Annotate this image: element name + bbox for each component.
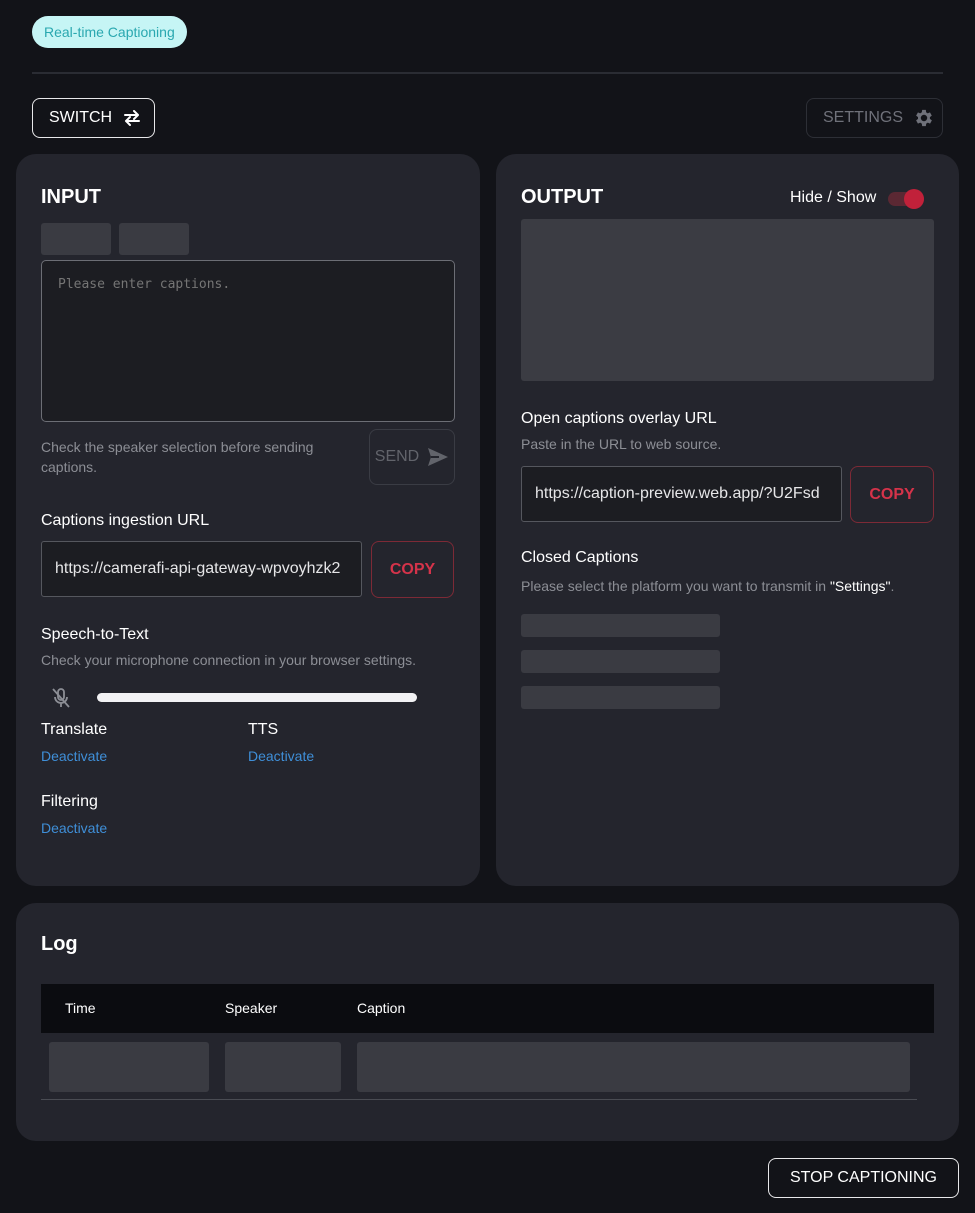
platform-placeholder[interactable] (521, 686, 720, 709)
send-button[interactable]: SEND (369, 429, 455, 485)
column-header-speaker[interactable]: Speaker (225, 1000, 277, 1016)
closed-captions-hint: Please select the platform you want to t… (521, 576, 894, 596)
overlay-url-hint: Paste in the URL to web source. (521, 436, 722, 452)
captioning-page: Real-time Captioning SWITCH SETTINGS INP… (0, 0, 975, 1213)
translate-label: Translate (41, 721, 108, 738)
platform-placeholder[interactable] (521, 614, 720, 637)
gear-icon (916, 109, 932, 127)
log-row-divider (41, 1099, 917, 1100)
switch-button[interactable]: SWITCH (32, 98, 155, 138)
toggle-knob (904, 189, 924, 209)
speaker-tab-placeholder[interactable] (41, 223, 111, 255)
cc-hint-end: . (890, 578, 895, 594)
platform-placeholder[interactable] (521, 650, 720, 673)
send-icon (428, 448, 449, 466)
output-title: OUTPUT (521, 186, 604, 208)
hide-show-label: Hide / Show (790, 189, 877, 206)
tts-label: TTS (248, 721, 279, 738)
copy-overlay-url-button[interactable]: COPY (850, 466, 934, 523)
swap-arrows-icon (124, 110, 141, 126)
log-table-header: Time Speaker Caption (41, 984, 934, 1033)
settings-button[interactable]: SETTINGS (806, 98, 943, 138)
stop-captioning-button[interactable]: STOP CAPTIONING (768, 1158, 959, 1198)
stt-hint: Check your microphone connection in your… (41, 652, 417, 668)
microphone-level-bar (97, 693, 417, 702)
cc-hint-settings: "Settings" (829, 578, 891, 594)
send-hint: Check the speaker selection before sendi… (41, 439, 314, 475)
copy-ingestion-url-button[interactable]: COPY (371, 541, 454, 598)
switch-label: SWITCH (49, 109, 113, 126)
input-panel: INPUT Check the speaker selection before… (16, 154, 480, 886)
speaker-tab-placeholder[interactable] (119, 223, 189, 255)
column-header-time[interactable]: Time (65, 1000, 96, 1016)
stt-title: Speech-to-Text (41, 626, 149, 643)
hide-show-toggle[interactable] (888, 189, 924, 209)
send-label: SEND (374, 448, 420, 465)
overlay-url-field[interactable]: https://caption-preview.web.app/?U2Fsd (521, 466, 842, 522)
log-title: Log (41, 933, 78, 955)
closed-captions-title: Closed Captions (521, 549, 639, 566)
ingestion-url-field[interactable]: https://camerafi-api-gateway-wpvoyhzk2 (41, 541, 362, 597)
caption-preview-box (521, 219, 934, 381)
settings-label: SETTINGS (823, 109, 904, 126)
page-badge: Real-time Captioning (32, 16, 187, 48)
filtering-status-link[interactable]: Deactivate (41, 820, 107, 836)
filtering-label: Filtering (41, 793, 98, 810)
caption-input[interactable] (41, 260, 455, 422)
ingestion-url-label: Captions ingestion URL (41, 512, 210, 529)
log-panel: Log Time Speaker Caption (16, 903, 959, 1141)
cc-hint-text: Please select the platform you want to t… (521, 578, 830, 594)
header-divider (32, 72, 943, 74)
overlay-url-title: Open captions overlay URL (521, 410, 717, 427)
output-panel: OUTPUT Hide / Show Open captions overlay… (496, 154, 959, 886)
microphone-off-icon (52, 688, 70, 708)
input-title: INPUT (41, 186, 101, 208)
column-header-caption[interactable]: Caption (357, 1000, 405, 1016)
log-cell-placeholder (225, 1042, 341, 1092)
log-cell-placeholder (49, 1042, 209, 1092)
tts-status-link[interactable]: Deactivate (248, 748, 314, 764)
translate-status-link[interactable]: Deactivate (41, 748, 107, 764)
log-cell-placeholder (357, 1042, 910, 1092)
